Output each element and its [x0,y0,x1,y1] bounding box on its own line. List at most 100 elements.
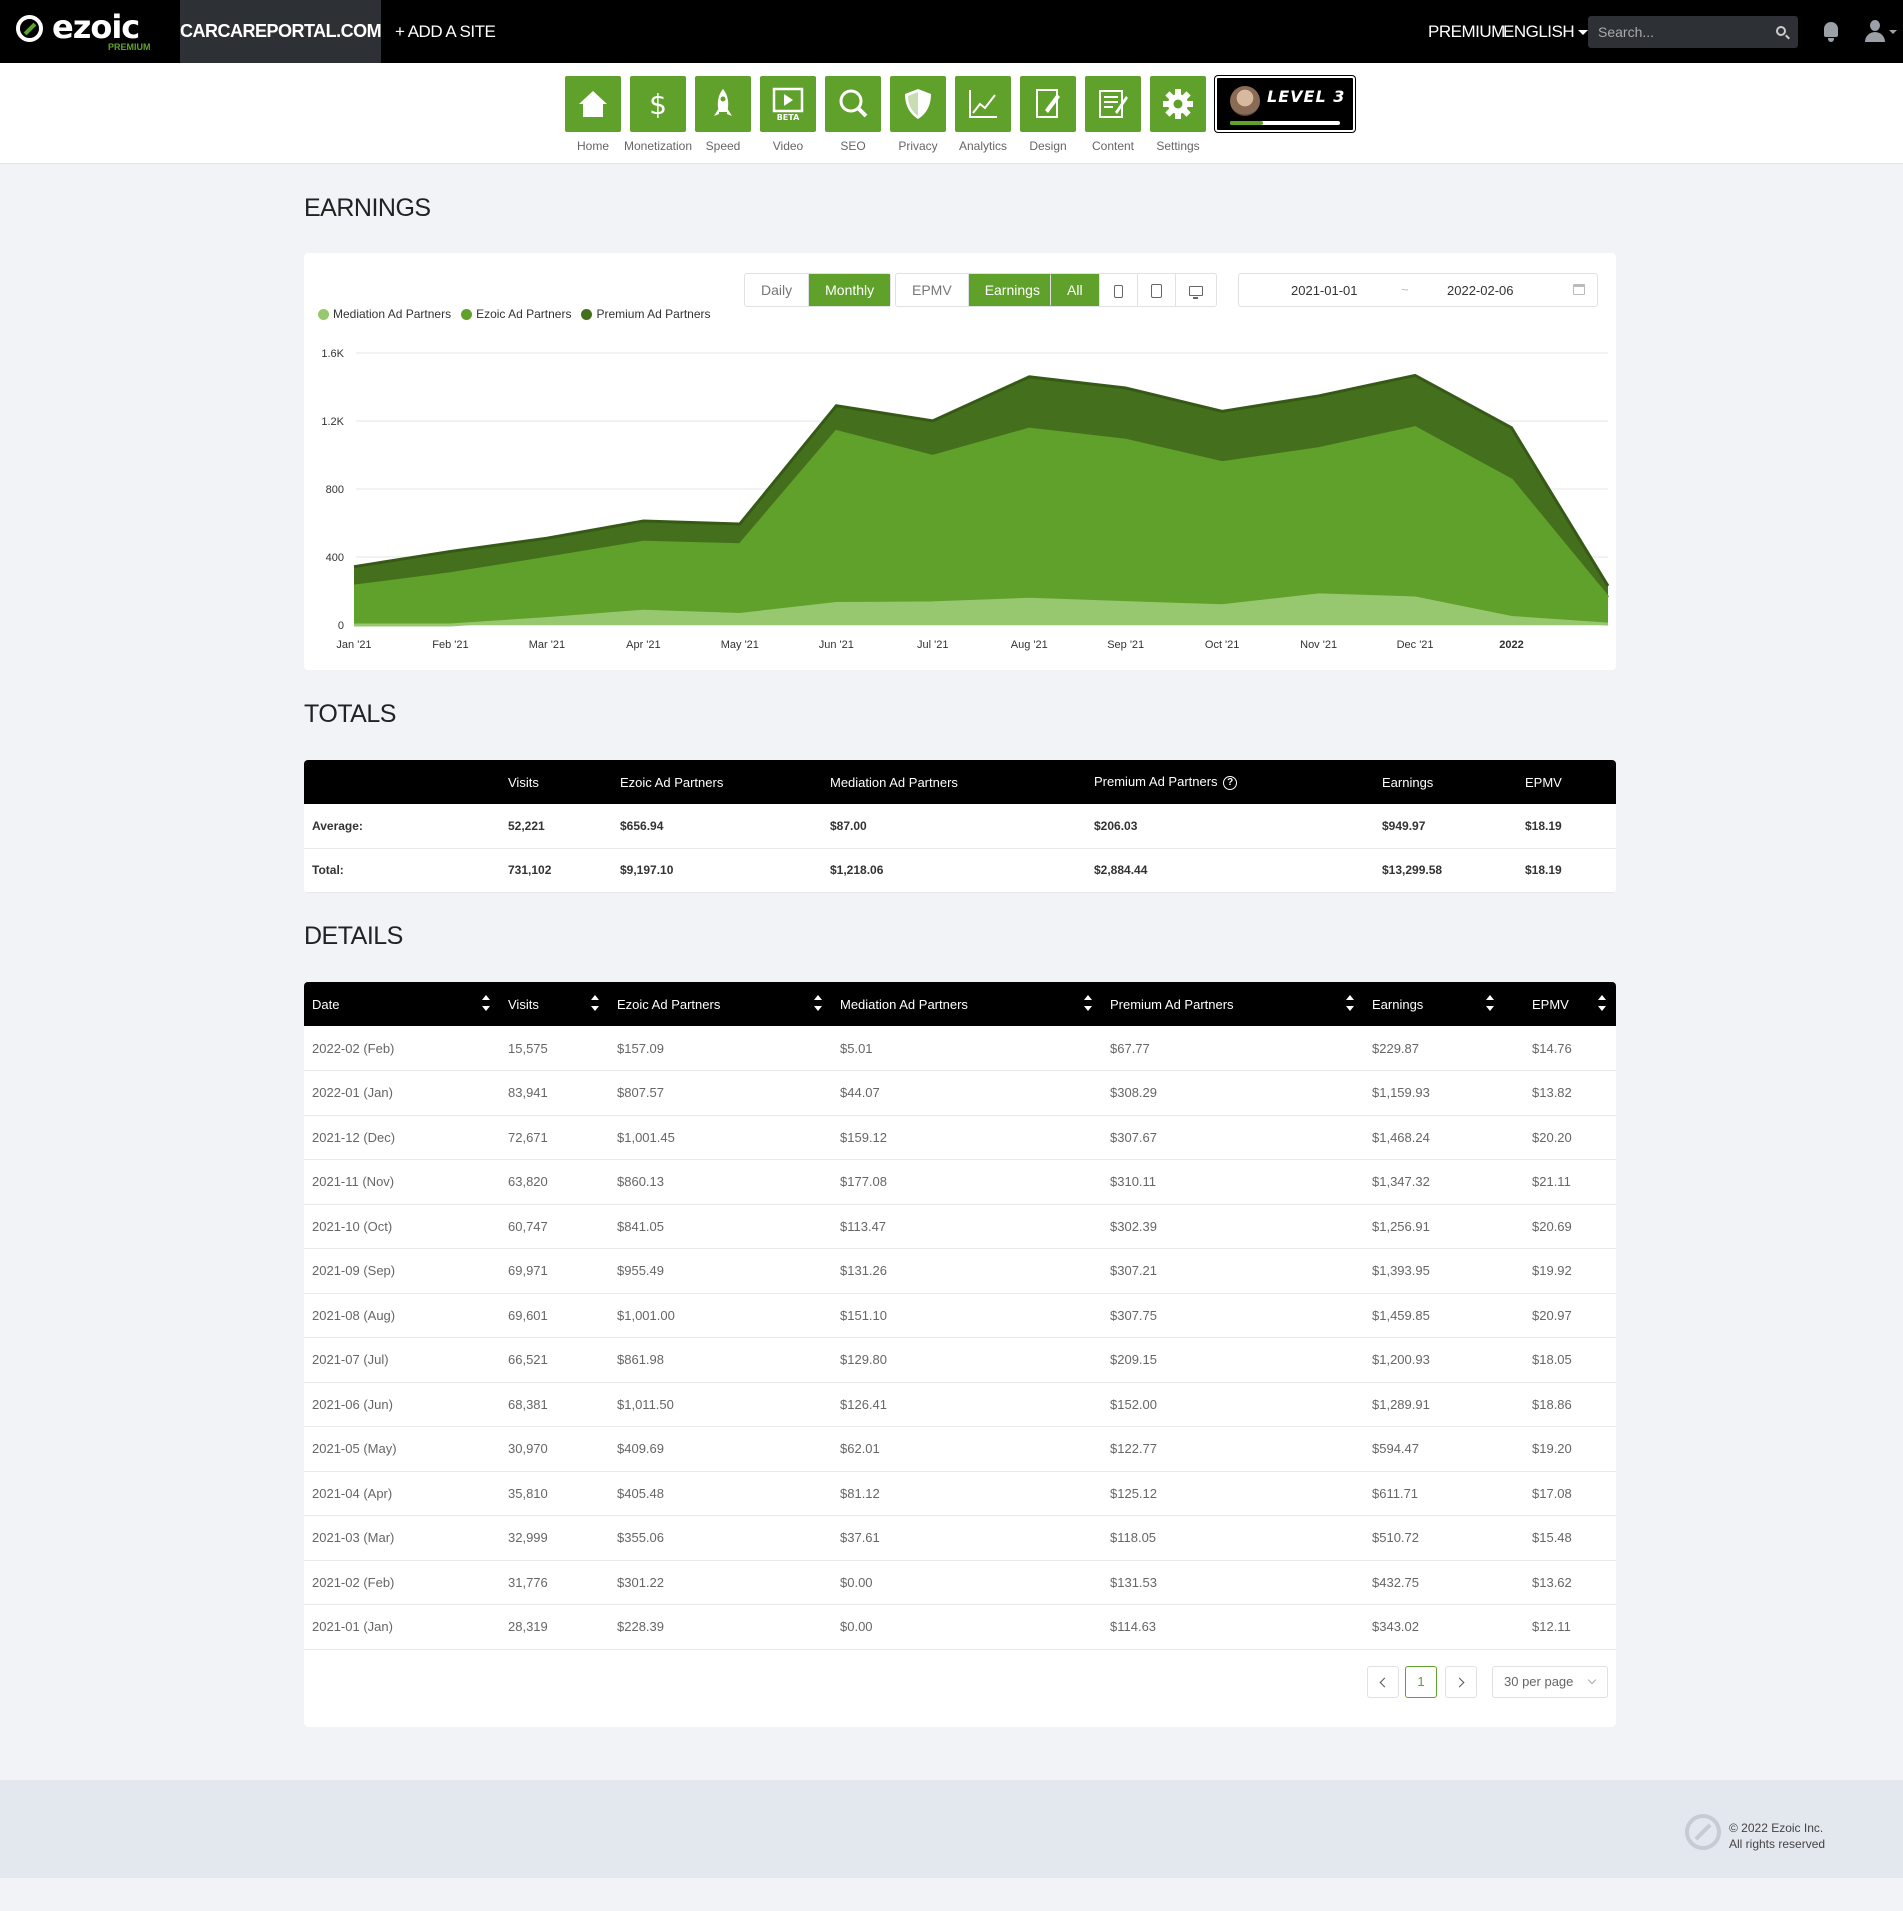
totals-cell: $13,299.58 [1374,848,1517,893]
details-cell: $301.22 [609,1560,832,1605]
nav-video[interactable]: BETA Video [760,76,816,153]
details-cell: 2021-01 (Jan) [304,1604,500,1650]
shield-icon [890,76,946,132]
details-cell: $432.75 [1364,1560,1504,1605]
level-badge[interactable]: LEVEL 3 [1215,76,1355,132]
details-cell: $405.48 [609,1471,832,1516]
sort-epmv[interactable]: EPMV [1504,982,1616,1026]
brand-name: ezoic [52,8,140,46]
language-dropdown[interactable]: ENGLISH [1503,0,1589,63]
details-cell: $807.57 [609,1070,832,1116]
details-cell: 2021-06 (Jun) [304,1382,500,1427]
nav-seo[interactable]: SEO [825,76,881,153]
nav-label: Design [1029,139,1067,153]
help-icon[interactable]: ? [1223,775,1238,790]
nav-speed[interactable]: Speed [695,76,751,153]
footer-text: © 2022 Ezoic Inc. All rights reserved [1729,1820,1825,1852]
totals-cell: 731,102 [500,848,612,893]
page-1-button[interactable]: 1 [1405,1666,1437,1698]
next-page-button[interactable] [1445,1666,1477,1698]
details-cell: $209.15 [1102,1337,1364,1383]
user-icon[interactable] [1865,20,1885,42]
details-col-date: Date [312,996,340,1012]
area-ezoic-ad-partners [354,427,1608,625]
sort-mediation[interactable]: Mediation Ad Partners [832,982,1102,1026]
chevron-down-icon[interactable] [1889,30,1897,34]
details-header-row: Date Visits Ezoic Ad Partners Mediation … [304,982,1616,1026]
details-cell: 63,820 [500,1159,609,1205]
nav-privacy[interactable]: Privacy [890,76,946,153]
sort-icon [591,995,599,1013]
premium-link[interactable]: PREMIUM [1428,0,1505,63]
totals-cell: $206.03 [1086,804,1374,849]
sort-premium[interactable]: Premium Ad Partners [1102,982,1364,1026]
sort-date[interactable]: Date [304,982,500,1026]
totals-col-premium-label: Premium Ad Partners [1094,774,1218,790]
details-cell: $81.12 [832,1471,1102,1516]
nav-content[interactable]: Content [1085,76,1141,153]
x-tick-label: Dec '21 [1397,639,1434,651]
details-cell: $1,011.50 [609,1382,832,1427]
add-site-link[interactable]: + ADD A SITE [395,0,496,63]
ezoic-footer-logo-icon [1685,1814,1721,1850]
bell-icon[interactable] [1822,22,1840,42]
details-cell: $1,001.45 [609,1115,832,1160]
design-icon [1020,76,1076,132]
sort-earnings[interactable]: Earnings [1364,982,1504,1026]
nav-settings[interactable]: Settings [1150,76,1206,153]
sort-icon [1084,995,1092,1013]
totals-col-label [304,760,500,804]
nav-monetization[interactable]: $ Monetization [624,76,692,153]
x-tick-label: Jul '21 [917,639,948,651]
details-card: Date Visits Ezoic Ad Partners Mediation … [304,982,1616,1727]
per-page-select[interactable]: 30 per page [1492,1666,1608,1698]
details-row: 2021-12 (Dec) 72,671 $1,001.45 $159.12 $307.… [304,1115,1616,1160]
sort-icon [1598,995,1606,1013]
prev-page-button[interactable] [1367,1666,1399,1698]
nav-analytics[interactable]: Analytics [955,76,1011,153]
details-col-epmv: EPMV [1532,996,1569,1012]
nav-label: Speed [705,139,741,153]
details-cell: $611.71 [1364,1471,1504,1516]
video-beta-icon: BETA [760,76,816,132]
totals-col-ezoic: Ezoic Ad Partners [620,774,724,790]
line-chart-icon [955,76,1011,132]
earnings-title: EARNINGS [304,194,431,222]
ezoic-logo[interactable]: ezoic PREMIUM [16,10,156,54]
details-cell: $15.48 [1504,1515,1616,1561]
details-cell: $18.05 [1504,1337,1616,1383]
details-table: Date Visits Ezoic Ad Partners Mediation … [304,982,1616,1650]
details-cell: $37.61 [832,1515,1102,1561]
details-row: 2022-01 (Jan) 83,941 $807.57 $44.07 $308.29 $… [304,1070,1616,1116]
totals-cell: Total: [304,848,500,893]
nav-label: Monetization [623,139,693,153]
details-cell: 2021-12 (Dec) [304,1115,500,1160]
nav-design[interactable]: Design [1020,76,1076,153]
home-icon [565,76,621,132]
details-cell: $177.08 [832,1159,1102,1205]
details-col-premium: Premium Ad Partners [1110,996,1234,1012]
details-cell: $1,289.91 [1364,1382,1504,1427]
details-cell: 2021-10 (Oct) [304,1204,500,1249]
totals-col-visits: Visits [508,774,539,790]
details-cell: $19.20 [1504,1426,1616,1472]
sort-icon [482,995,490,1013]
details-cell: 2022-01 (Jan) [304,1070,500,1116]
details-cell: $308.29 [1102,1070,1364,1116]
details-cell: $841.05 [609,1204,832,1249]
search-input[interactable] [1598,16,1768,48]
totals-cell: $9,197.10 [612,848,822,893]
x-tick-label: Aug '21 [1011,639,1048,651]
site-selector[interactable]: CARCAREPORTAL.COM [180,0,382,63]
details-cell: 2021-09 (Sep) [304,1248,500,1294]
sort-ezoic[interactable]: Ezoic Ad Partners [609,982,832,1026]
x-tick-label: Feb '21 [432,639,468,651]
search-icon[interactable] [1776,26,1786,36]
x-tick-label: May '21 [721,639,759,651]
nav-home[interactable]: Home [565,76,621,153]
x-tick-label: Jan '21 [336,639,371,651]
details-cell: $122.77 [1102,1426,1364,1472]
details-cell: $126.41 [832,1382,1102,1427]
earnings-card: Daily Monthly EPMV Earnings All 2021-01-… [304,253,1616,670]
sort-visits[interactable]: Visits [500,982,609,1026]
